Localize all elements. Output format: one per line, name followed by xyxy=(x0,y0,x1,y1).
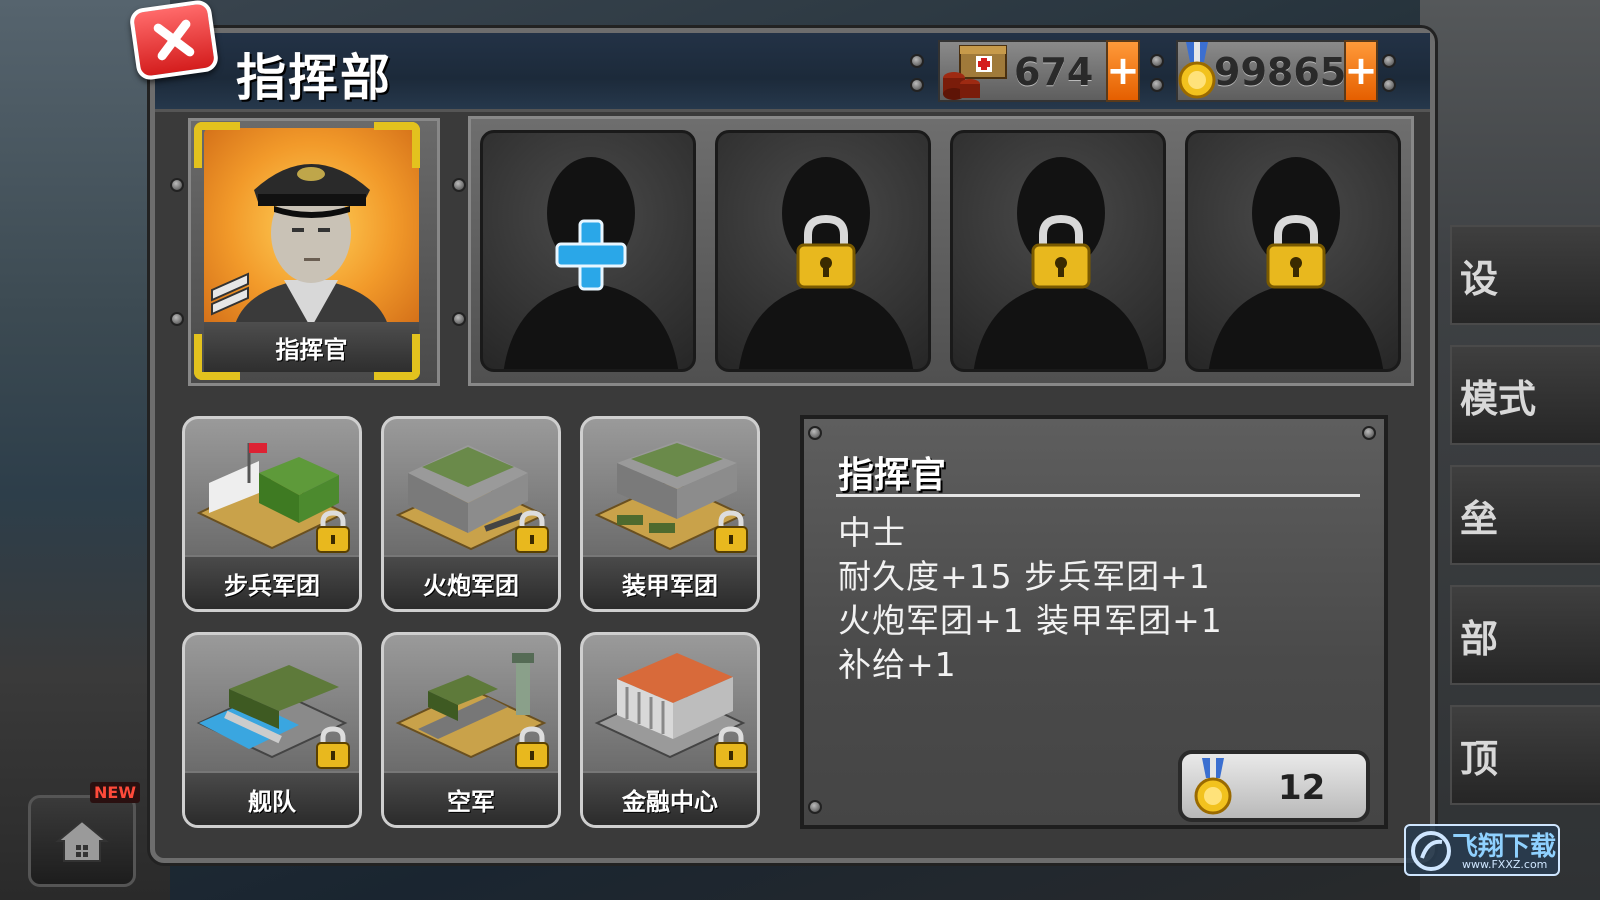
close-icon xyxy=(153,19,195,61)
selection-bracket xyxy=(374,122,420,168)
side-tab-3[interactable]: 垒 xyxy=(1450,465,1600,565)
building-finance-center[interactable]: 金融中心 xyxy=(580,632,760,828)
side-tab-2[interactable]: 模式 xyxy=(1450,345,1600,445)
info-title: 指挥官 xyxy=(838,455,947,496)
side-tab-label: 模式 xyxy=(1460,376,1537,421)
lock-icon xyxy=(515,726,549,769)
rivet xyxy=(170,178,184,192)
selection-bracket xyxy=(194,122,240,168)
building-artillery-corps[interactable]: 火炮军团 xyxy=(381,416,561,612)
rivet xyxy=(452,178,466,192)
building-label: 舰队 xyxy=(185,771,359,825)
rivet xyxy=(1150,78,1164,92)
rivet xyxy=(910,54,924,68)
building-infantry-corps[interactable]: 步兵军团 xyxy=(182,416,362,612)
side-tab-label: 顶 xyxy=(1460,736,1499,781)
add-supplies-button[interactable]: + xyxy=(1106,40,1140,102)
watermark-logo-icon xyxy=(1411,831,1451,871)
rivet xyxy=(808,800,822,814)
building-label: 装甲军团 xyxy=(583,555,757,609)
side-tab-4[interactable]: 部 xyxy=(1450,585,1600,685)
ammo-crate-icon xyxy=(943,45,1007,100)
lock-icon xyxy=(316,510,350,553)
info-bonus-line: 火炮军团+1 装甲军团+1 xyxy=(838,601,1223,640)
selection-bracket xyxy=(374,334,420,380)
side-tab-label: 垒 xyxy=(1460,496,1499,541)
side-tab-label: 设 xyxy=(1460,256,1499,301)
lock-icon xyxy=(796,214,856,289)
lock-icon xyxy=(316,726,350,769)
building-armor-corps[interactable]: 装甲军团 xyxy=(580,416,760,612)
page-title: 指挥部 xyxy=(236,49,392,107)
building-label: 步兵军团 xyxy=(185,555,359,609)
plus-icon xyxy=(555,219,627,291)
info-bonus-line: 补给+1 xyxy=(838,645,957,684)
medal-cost-value: 12 xyxy=(1278,768,1326,808)
lock-icon xyxy=(1031,214,1091,289)
selection-bracket xyxy=(194,334,240,380)
building-label: 空军 xyxy=(384,771,558,825)
officer-slot-locked[interactable] xyxy=(950,130,1166,372)
rivet xyxy=(1150,54,1164,68)
rivet xyxy=(1362,426,1376,440)
info-divider xyxy=(836,494,1360,497)
officer-slot-add[interactable] xyxy=(480,130,696,372)
rivet xyxy=(170,312,184,326)
officer-slot-locked[interactable] xyxy=(1185,130,1401,372)
building-air-force[interactable]: 空军 xyxy=(381,632,561,828)
side-tab-1[interactable]: 设 xyxy=(1450,225,1600,325)
building-fleet[interactable]: 舰队 xyxy=(182,632,362,828)
building-label: 火炮军团 xyxy=(384,555,558,609)
info-rank: 中士 xyxy=(838,513,906,552)
home-icon xyxy=(55,819,109,862)
rivet xyxy=(910,78,924,92)
lock-icon xyxy=(1266,214,1326,289)
side-tab-label: 部 xyxy=(1460,616,1499,661)
lock-icon xyxy=(515,510,549,553)
lock-icon xyxy=(714,510,748,553)
rank-chevron-icon xyxy=(211,272,249,316)
officer-slot-locked[interactable] xyxy=(715,130,931,372)
home-button[interactable] xyxy=(28,795,136,887)
new-badge: NEW xyxy=(90,782,140,803)
medal-icon xyxy=(1178,42,1216,99)
close-button[interactable] xyxy=(128,0,220,82)
rivet xyxy=(1382,78,1396,92)
medals-value: 998657 xyxy=(1214,50,1344,94)
watermark-url: www.FXXZ.com xyxy=(1462,858,1548,871)
add-medals-button[interactable]: + xyxy=(1344,40,1378,102)
supplies-value: 674 xyxy=(1014,50,1094,94)
background-battlefield-left xyxy=(0,0,170,900)
rivet xyxy=(1382,54,1396,68)
medal-icon xyxy=(1194,758,1232,815)
rivet xyxy=(808,426,822,440)
info-bonus-line: 耐久度+15 步兵军团+1 xyxy=(838,557,1211,596)
lock-icon xyxy=(714,726,748,769)
rivet xyxy=(452,312,466,326)
side-tab-5[interactable]: 顶 xyxy=(1450,705,1600,805)
building-label: 金融中心 xyxy=(583,771,757,825)
